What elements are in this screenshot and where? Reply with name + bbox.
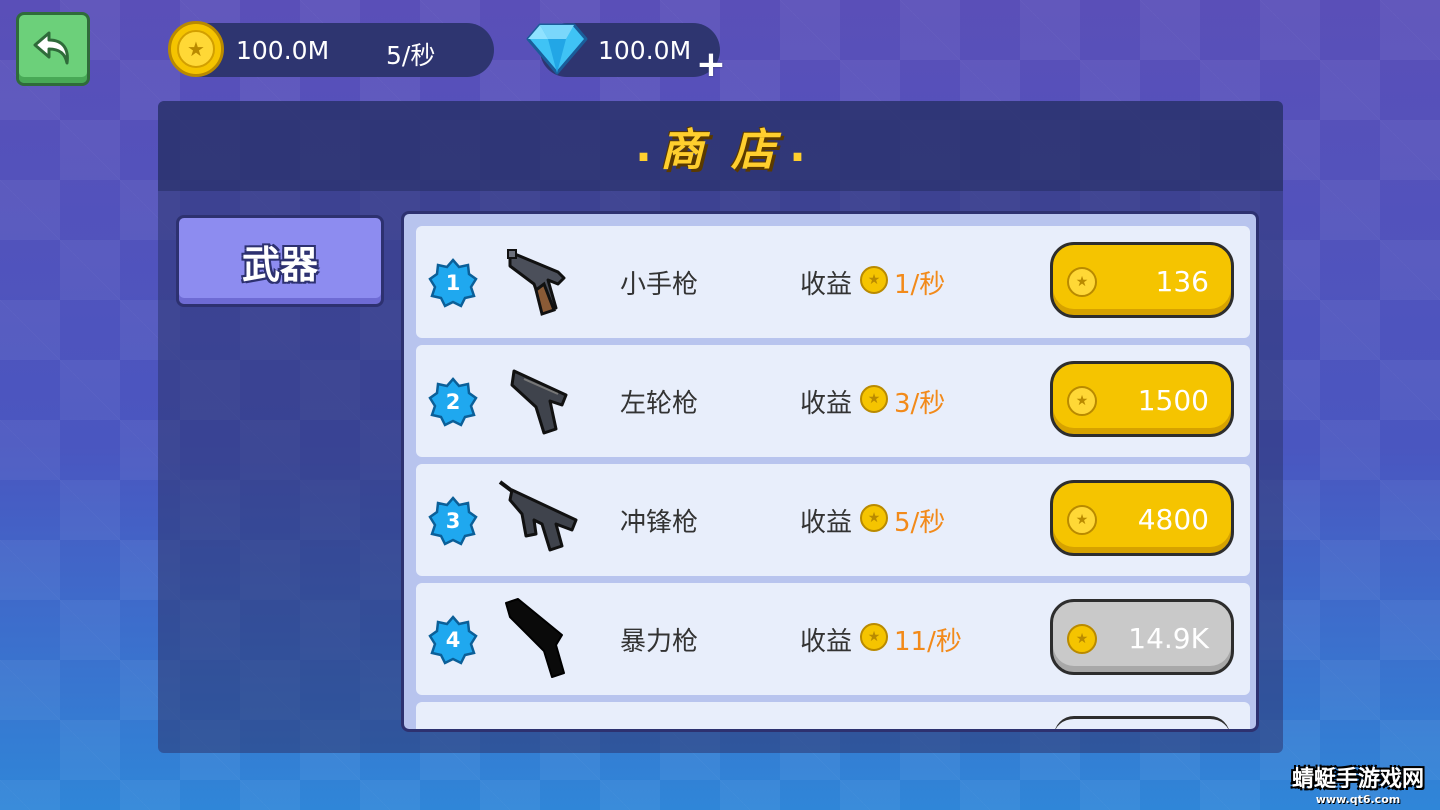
pistol-icon	[510, 369, 568, 435]
coin-icon: ★	[1067, 624, 1097, 654]
buy-button-disabled[interactable]: ★ 14.9K	[1050, 599, 1234, 675]
coin-icon: ★	[860, 623, 888, 651]
price: 4800	[1137, 503, 1209, 536]
coin-icon: ★	[1067, 267, 1097, 297]
income-rate: 3/秒	[894, 389, 946, 419]
coin-icon: ★	[1067, 505, 1097, 535]
price: 14.9K	[1128, 622, 1209, 655]
coin-icon: ★	[860, 504, 888, 532]
buy-button[interactable]: ★ 136	[1050, 242, 1234, 318]
shotgun-icon	[505, 598, 565, 678]
coin-rate: 5/秒	[386, 41, 436, 70]
item-list[interactable]: 1 小手枪 收益 ★ 1/秒 ★ 136 2 左轮枪 收益 ★ 3/秒 ★ 15…	[401, 211, 1259, 732]
income-label: 收益	[800, 270, 853, 300]
list-item: 3 冲锋枪 收益 ★ 5/秒 ★ 4800	[416, 464, 1250, 576]
income-rate: 5/秒	[894, 508, 946, 538]
weapon-name: 暴力枪	[620, 627, 699, 657]
buy-button[interactable]: ★ 1500	[1050, 361, 1234, 437]
gem-counter: 100.0M +	[526, 23, 726, 83]
shop-title: 商 店	[659, 125, 782, 176]
title-dot-left: .	[635, 120, 652, 172]
watermark-sub: www.qt6.com	[1315, 793, 1401, 806]
income-label: 收益	[800, 389, 853, 419]
smg-icon	[498, 480, 578, 552]
coin-icon: ★	[168, 21, 224, 77]
back-button[interactable]	[16, 12, 90, 86]
gem-amount: 100.0M	[598, 36, 692, 65]
level-badge: 4	[428, 615, 478, 665]
coin-amount: 100.0M	[236, 36, 330, 65]
weapon-name: 左轮枪	[620, 389, 699, 419]
buy-button[interactable]: ★ 4800	[1050, 480, 1234, 556]
income-rate: 11/秒	[894, 627, 962, 657]
income-label: 收益	[800, 508, 853, 538]
revolver-icon	[507, 249, 566, 316]
back-arrow-icon	[33, 31, 69, 65]
list-item: 1 小手枪 收益 ★ 1/秒 ★ 136	[416, 226, 1250, 338]
diamond-icon	[526, 23, 588, 75]
price: 136	[1155, 265, 1209, 298]
weapon-name: 冲锋枪	[620, 508, 699, 538]
coin-icon: ★	[1067, 386, 1097, 416]
coin-icon: ★	[860, 385, 888, 413]
coin-icon: ★	[860, 266, 888, 294]
income-rate: 1/秒	[894, 270, 946, 300]
tab-weapons-label: 武器	[241, 242, 318, 287]
level-badge: 2	[428, 377, 478, 427]
add-gems-plus-icon[interactable]: +	[696, 47, 726, 83]
tab-weapons[interactable]: 武器	[176, 215, 384, 307]
buy-button-partial[interactable]	[1054, 716, 1230, 729]
shop-header: . 商 店 .	[158, 101, 1283, 191]
level-badge: 1	[428, 258, 478, 308]
income-label: 收益	[800, 627, 853, 657]
watermark-main: 蜻蜓手游戏网	[1291, 767, 1424, 792]
list-item-partial	[416, 702, 1250, 729]
weapon-name: 小手枪	[620, 270, 699, 300]
price: 1500	[1137, 384, 1209, 417]
level-badge: 3	[428, 496, 478, 546]
title-dot-right: .	[789, 120, 806, 172]
list-item: 4 暴力枪 收益 ★ 11/秒 ★ 14.9K	[416, 583, 1250, 695]
watermark: 蜻蜓手游戏网 www.qt6.com	[1292, 761, 1424, 806]
coin-counter: ★ 100.0M 5/秒	[168, 21, 494, 77]
list-item: 2 左轮枪 收益 ★ 3/秒 ★ 1500	[416, 345, 1250, 457]
